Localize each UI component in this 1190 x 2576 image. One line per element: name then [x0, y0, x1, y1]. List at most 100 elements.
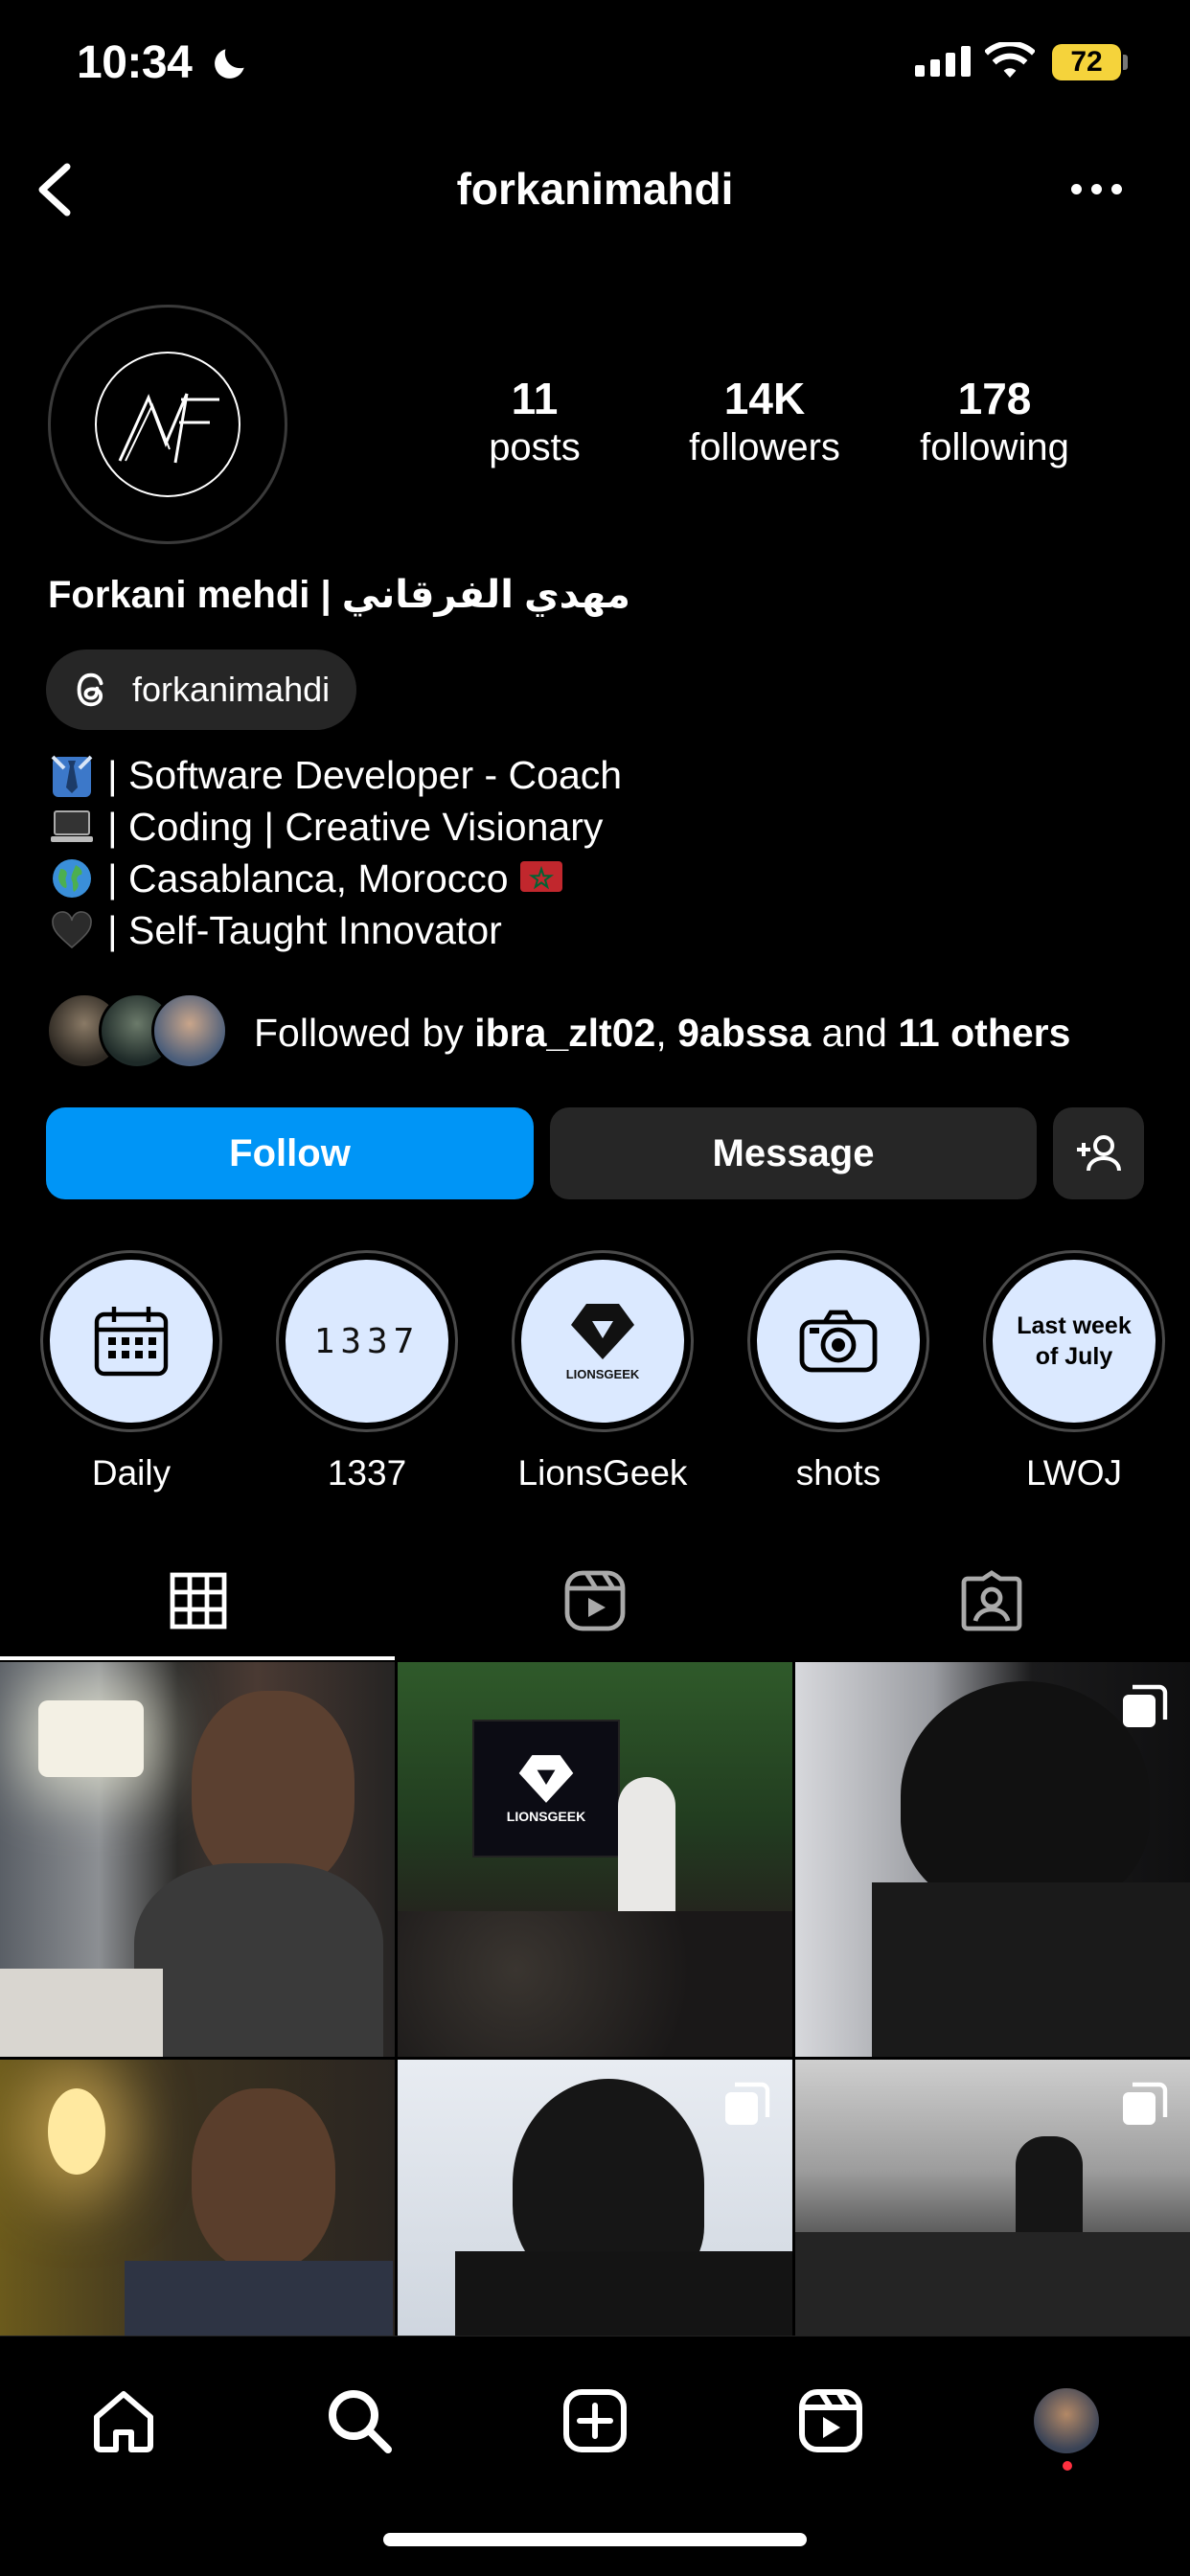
- profile-avatar-small: [1034, 2388, 1099, 2453]
- bio-text: | Software Developer - Coach: [107, 753, 623, 797]
- lionsgeek-screen-text: LIONSGEEK: [506, 1809, 586, 1824]
- bushes: [795, 2232, 1190, 2336]
- highlight-label: LWOJ: [1025, 1453, 1123, 1493]
- light-bulb: [48, 2088, 105, 2175]
- followers-label: followers: [689, 426, 840, 468]
- active-tab-indicator: [0, 1656, 395, 1660]
- stat-followers[interactable]: 14K followers: [659, 374, 870, 471]
- followers-count: 14K: [723, 374, 806, 423]
- highlight-ring: Last week of July: [983, 1250, 1165, 1432]
- threads-icon: [77, 672, 103, 707]
- post-tile[interactable]: [795, 1662, 1190, 2057]
- followed-user[interactable]: ibra_zlt02: [474, 1011, 655, 1055]
- highlight-shots[interactable]: shots: [743, 1250, 934, 1493]
- tagged-icon: [961, 1570, 1022, 1631]
- carousel-icon: [1123, 1684, 1168, 1727]
- stat-following[interactable]: 178 following: [889, 374, 1100, 471]
- globe-icon: [48, 856, 96, 900]
- threads-link[interactable]: forkanimahdi: [46, 650, 357, 730]
- highlight-label: shots: [795, 1453, 881, 1493]
- lwoj-text-2: of July: [1035, 1343, 1113, 1370]
- grid-icon: [170, 1572, 227, 1630]
- highlight-ring: [747, 1250, 929, 1432]
- add-person-icon: [1076, 1135, 1121, 1172]
- highlight-daily[interactable]: Daily: [35, 1250, 227, 1493]
- person-head: [192, 2088, 335, 2270]
- person-body: [125, 2261, 393, 2336]
- status-time: 10:34: [77, 37, 193, 88]
- others-count[interactable]: 11 others: [898, 1011, 1070, 1055]
- person-silhouette: [901, 1681, 1150, 1911]
- post-tile[interactable]: [0, 2060, 395, 2336]
- battery-cap: [1123, 55, 1128, 70]
- profile-avatar[interactable]: [48, 305, 287, 544]
- nav-create[interactable]: [542, 2373, 648, 2469]
- search-icon: [329, 2390, 392, 2453]
- reels-icon: [799, 2389, 862, 2452]
- highlight-label: Daily: [91, 1453, 172, 1493]
- laptop-icon: [48, 805, 96, 849]
- following-count: 178: [957, 374, 1032, 423]
- more-options-button[interactable]: [1071, 184, 1122, 194]
- bio-line: | Coding | Creative Visionary: [48, 801, 622, 853]
- full-name: Forkani mehdi | مهدي الفرقاني: [48, 574, 630, 616]
- bio-text: | Coding | Creative Visionary: [107, 805, 604, 849]
- person-body: [134, 1863, 383, 2057]
- person-head: [192, 1691, 355, 1892]
- suggested-users-button[interactable]: [1053, 1107, 1144, 1199]
- tab-reels[interactable]: [397, 1540, 793, 1661]
- bio-line: | Self-Taught Innovator: [48, 904, 622, 956]
- posts-label: posts: [489, 426, 581, 468]
- bio-line: | Casablanca, Morocco: [48, 853, 622, 904]
- followed-by-text[interactable]: Followed by ibra_zlt02, 9abssa and 11 ot…: [254, 1011, 1070, 1056]
- tab-tagged[interactable]: [793, 1540, 1190, 1661]
- threads-handle: forkanimahdi: [132, 670, 331, 709]
- camera-icon: [799, 1310, 878, 1373]
- profile-tabs: [0, 1540, 1190, 1661]
- followed-by-prefix: Followed by: [254, 1011, 475, 1055]
- message-button[interactable]: Message: [550, 1107, 1037, 1199]
- moon-icon: [209, 42, 251, 89]
- stat-posts[interactable]: 11 posts: [429, 374, 640, 471]
- highlight-lionsgeek[interactable]: LIONSGEEK LionsGeek: [507, 1250, 698, 1493]
- lionsgeek-logo-text: LIONSGEEK: [565, 1366, 640, 1381]
- morocco-flag-icon: [519, 853, 562, 904]
- home-icon: [94, 2391, 153, 2452]
- nav-reels[interactable]: [778, 2373, 883, 2469]
- necktie-icon: [48, 753, 96, 797]
- wifi-icon: [984, 40, 1036, 85]
- highlight-ring: LIONSGEEK: [512, 1250, 694, 1432]
- post-tile[interactable]: LIONSGEEK: [398, 1662, 792, 2057]
- carousel-icon: [725, 2082, 770, 2125]
- highlight-label: LionsGeek: [517, 1453, 688, 1493]
- highlight-ring: 1337: [276, 1250, 458, 1432]
- follow-button[interactable]: Follow: [46, 1107, 534, 1199]
- person-body: [455, 2251, 792, 2336]
- tab-posts-grid[interactable]: [0, 1540, 397, 1661]
- followed-by-avatars[interactable]: [46, 992, 228, 1073]
- nav-home[interactable]: [71, 2373, 176, 2469]
- reels-icon: [564, 1570, 626, 1631]
- home-indicator: [383, 2533, 807, 2546]
- posts-count: 11: [511, 374, 559, 423]
- person-body: [872, 1882, 1190, 2057]
- calendar-icon: [94, 1307, 169, 1377]
- bio-text: | Self-Taught Innovator: [107, 908, 502, 952]
- highlight-1337[interactable]: 1337 1337: [271, 1250, 463, 1493]
- bio: | Software Developer - Coach | Coding | …: [48, 749, 622, 956]
- bio-line: | Software Developer - Coach: [48, 749, 622, 801]
- 1337-logo-text: 1337: [313, 1321, 421, 1361]
- laptop: [0, 1969, 163, 2057]
- highlight-lwoj[interactable]: Last week of July LWOJ: [978, 1250, 1170, 1493]
- nav-search[interactable]: [307, 2373, 412, 2469]
- lionsgeek-screen: LIONSGEEK: [472, 1720, 620, 1858]
- followed-user[interactable]: 9abssa: [677, 1011, 811, 1055]
- post-tile[interactable]: [398, 2060, 792, 2336]
- highlight-label: 1337: [327, 1453, 407, 1493]
- post-tile[interactable]: [795, 2060, 1190, 2336]
- signal-icon: [915, 46, 971, 77]
- nav-profile[interactable]: [1014, 2373, 1119, 2471]
- light-panel: [38, 1700, 144, 1777]
- and-text: and: [811, 1011, 899, 1055]
- post-tile[interactable]: [0, 1662, 395, 2057]
